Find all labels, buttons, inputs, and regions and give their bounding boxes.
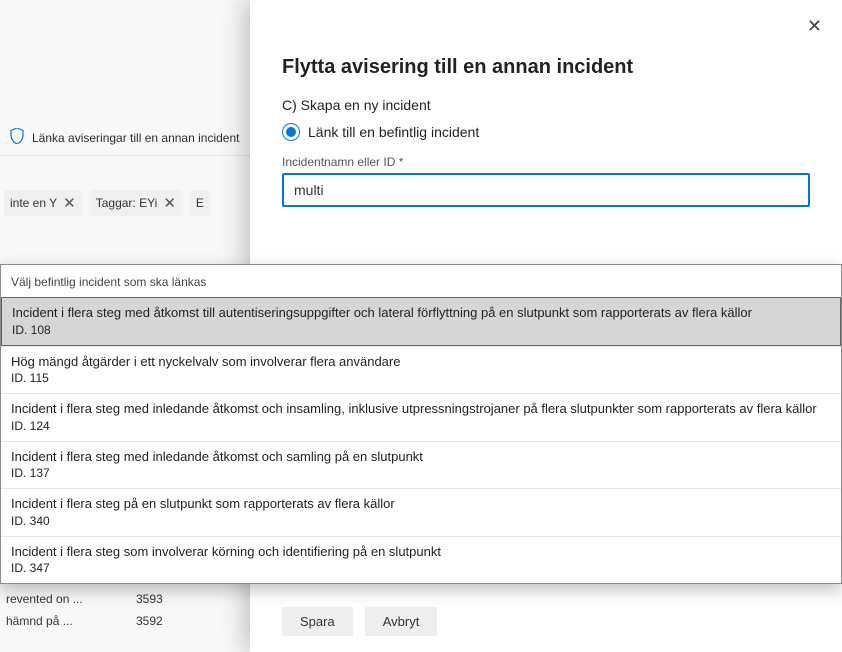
dropdown-item-name: Incident i flera steg som involverar kör… <box>11 543 831 561</box>
dropdown-item-id: ID. 347 <box>11 561 831 575</box>
link-alerts-label: Länka aviseringar till en annan incident <box>32 131 239 145</box>
incident-name-label: Incidentnamn eller ID * <box>282 155 810 169</box>
dropdown-item-id: ID. 124 <box>11 419 831 433</box>
close-icon[interactable]: ✕ <box>163 194 176 212</box>
option-create-label: C) Skapa en ny incident <box>282 97 431 113</box>
option-create-incident[interactable]: C) Skapa en ny incident <box>282 97 810 113</box>
save-button[interactable]: Spara <box>282 607 353 636</box>
dropdown-item[interactable]: Incident i flera steg med inledande åtko… <box>1 441 841 489</box>
dropdown-header: Välj befintlig incident som ska länkas <box>1 265 841 297</box>
background-rows: revented on ... 3593 hämnd på ... 3592 <box>6 588 163 632</box>
dropdown-item[interactable]: Incident i flera steg med inledande åtko… <box>1 393 841 441</box>
dropdown-item-name: Hög mängd åtgärder i ett nyckelvalv som … <box>11 353 831 371</box>
close-icon[interactable]: ✕ <box>63 194 76 212</box>
dropdown-item-id: ID. 108 <box>12 323 830 337</box>
filter-pill[interactable]: E <box>190 190 210 216</box>
dropdown-item-id: ID. 137 <box>11 466 831 480</box>
filter-pill-label: Taggar: EYi <box>96 196 158 210</box>
dropdown-item-name: Incident i flera steg med inledande åtko… <box>11 448 831 466</box>
radio-selected-icon <box>282 123 300 141</box>
filter-pills-row: inte en Y ✕ Taggar: EYi ✕ E <box>0 182 250 224</box>
panel-footer: Spara Avbryt <box>282 607 437 636</box>
cancel-button[interactable]: Avbryt <box>365 607 438 636</box>
dropdown-item[interactable]: Hög mängd åtgärder i ett nyckelvalv som … <box>1 346 841 394</box>
dropdown-item-name: Incident i flera steg med inledande åtko… <box>11 400 831 418</box>
link-alerts-item[interactable]: Länka aviseringar till en annan incident <box>0 120 250 156</box>
list-item[interactable]: revented on ... 3593 <box>6 588 163 610</box>
dropdown-item[interactable]: Incident i flera steg som involverar kör… <box>1 536 841 584</box>
close-icon: ✕ <box>807 16 822 36</box>
dropdown-item-name: Incident i flera steg på en slutpunkt so… <box>11 495 831 513</box>
dropdown-item-id: ID. 340 <box>11 514 831 528</box>
row-number: 3593 <box>136 592 163 606</box>
close-button[interactable]: ✕ <box>803 12 826 41</box>
dropdown-item[interactable]: Incident i flera steg med åtkomst till a… <box>1 297 841 346</box>
filter-pill[interactable]: Taggar: EYi ✕ <box>90 190 182 216</box>
row-number: 3592 <box>136 614 163 628</box>
incident-dropdown: Välj befintlig incident som ska länkas I… <box>0 264 842 584</box>
shield-icon <box>10 128 24 147</box>
panel-header: Flytta avisering till en annan incident <box>250 0 842 97</box>
dropdown-item-name: Incident i flera steg med åtkomst till a… <box>12 304 830 322</box>
panel-body: C) Skapa en ny incident Länk till en bef… <box>250 97 842 207</box>
option-link-incident[interactable]: Länk till en befintlig incident <box>282 123 810 141</box>
incident-name-input[interactable] <box>282 173 810 207</box>
option-link-label: Länk till en befintlig incident <box>308 124 479 140</box>
row-text: hämnd på ... <box>6 614 106 628</box>
filter-pill-label: inte en Y <box>10 196 57 210</box>
filter-pill-label: E <box>196 196 204 210</box>
dropdown-item-id: ID. 115 <box>11 371 831 385</box>
row-text: revented on ... <box>6 592 106 606</box>
list-item[interactable]: hämnd på ... 3592 <box>6 610 163 632</box>
dropdown-item[interactable]: Incident i flera steg på en slutpunkt so… <box>1 488 841 536</box>
filter-pill[interactable]: inte en Y ✕ <box>4 190 82 216</box>
panel-title: Flytta avisering till en annan incident <box>282 56 810 79</box>
